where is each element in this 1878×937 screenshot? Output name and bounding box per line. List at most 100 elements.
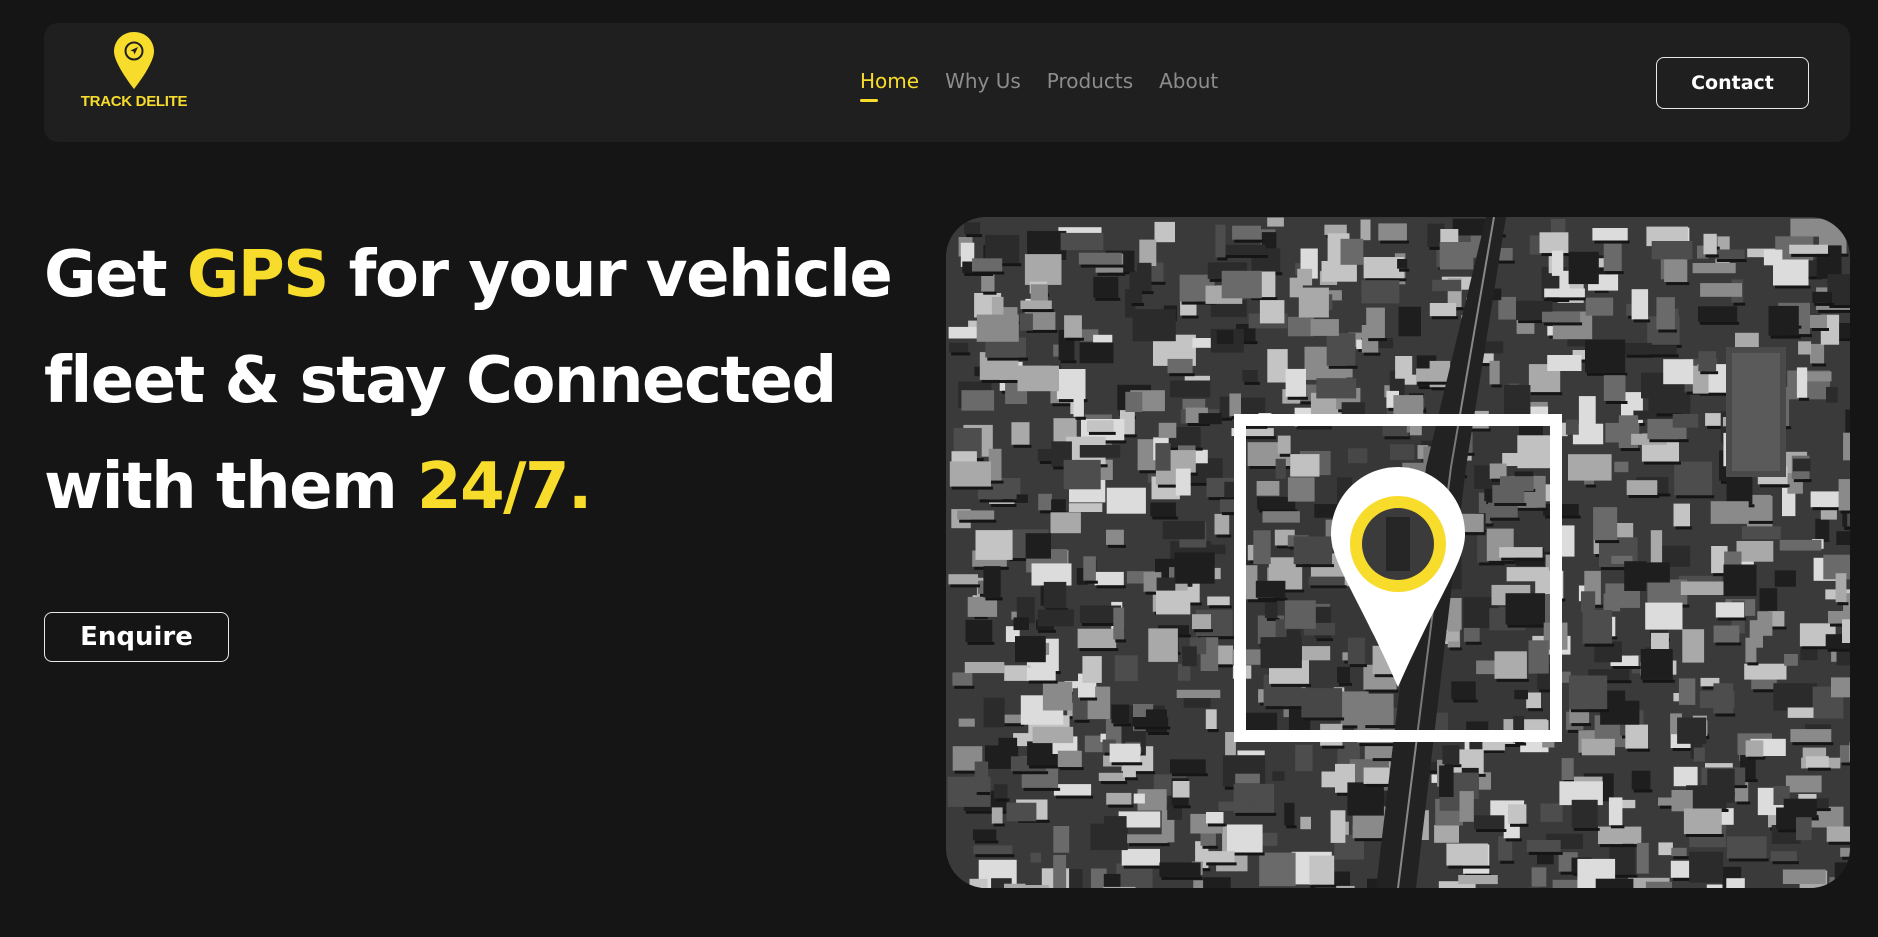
city-building xyxy=(1009,885,1049,888)
city-building xyxy=(1784,654,1798,666)
city-building xyxy=(1540,803,1563,822)
city-building xyxy=(1663,359,1694,385)
city-building xyxy=(1489,360,1500,385)
building-shadow xyxy=(1622,843,1635,847)
nav-item-home[interactable]: Home xyxy=(860,69,919,102)
brand-name: TRACK DELITE xyxy=(80,93,188,110)
building-shadow xyxy=(1234,239,1263,243)
city-building xyxy=(1063,459,1101,490)
nav-item-products[interactable]: Products xyxy=(1047,69,1133,93)
building-shadow xyxy=(1605,271,1624,275)
city-building xyxy=(1539,232,1569,254)
building-shadow xyxy=(951,352,971,356)
building-shadow xyxy=(1115,639,1127,643)
city-building xyxy=(1723,564,1757,596)
nav-item-why-us[interactable]: Why Us xyxy=(945,69,1021,93)
building-shadow xyxy=(1080,697,1098,701)
city-building xyxy=(1068,503,1103,512)
city-building xyxy=(1620,828,1633,844)
city-building xyxy=(1057,750,1082,768)
building-shadow xyxy=(1074,719,1090,723)
city-building xyxy=(1650,530,1663,563)
city-building xyxy=(1736,541,1774,562)
city-building xyxy=(1053,826,1070,853)
city-building xyxy=(964,662,1005,674)
contact-button[interactable]: Contact xyxy=(1656,57,1809,109)
building-shadow xyxy=(1113,723,1132,727)
building-shadow xyxy=(1675,526,1692,530)
city-building xyxy=(1139,239,1157,266)
city-building xyxy=(1177,663,1191,681)
city-building xyxy=(972,258,1003,272)
city-building xyxy=(1125,391,1143,412)
building-shadow xyxy=(1570,709,1610,713)
building-shadow xyxy=(1717,617,1747,621)
hero-title-highlight-gps: GPS xyxy=(186,238,330,312)
city-building xyxy=(1672,413,1699,428)
building-shadow xyxy=(1287,396,1308,400)
city-building xyxy=(1664,259,1688,282)
city-building xyxy=(1397,259,1408,269)
city-building xyxy=(1123,765,1136,778)
city-building xyxy=(1651,241,1693,260)
city-building xyxy=(1148,628,1178,662)
city-building xyxy=(1631,289,1649,320)
city-building xyxy=(949,461,991,487)
building-shadow xyxy=(1013,444,1032,448)
building-shadow xyxy=(1812,363,1827,367)
city-building xyxy=(975,530,1013,560)
location-pin-icon xyxy=(1234,414,1562,742)
building-shadow xyxy=(1097,272,1126,276)
city-building xyxy=(1658,842,1673,856)
building-shadow xyxy=(1322,745,1345,749)
city-building xyxy=(1434,825,1459,843)
city-building xyxy=(974,761,989,792)
city-building xyxy=(1568,251,1599,285)
landing-page: TRACK DELITE Home Why Us Products About … xyxy=(0,0,1878,937)
enquire-button[interactable]: Enquire xyxy=(44,612,229,662)
building-shadow xyxy=(1448,865,1490,869)
city-building xyxy=(1162,521,1205,540)
city-building xyxy=(1106,487,1146,514)
city-building xyxy=(1182,646,1197,667)
city-building xyxy=(1267,349,1288,383)
city-building xyxy=(1474,815,1505,829)
city-building xyxy=(1614,461,1629,473)
city-building xyxy=(1064,315,1082,338)
city-building xyxy=(1544,288,1585,298)
city-building xyxy=(1700,283,1742,297)
city-building xyxy=(1378,223,1407,241)
city-building xyxy=(1826,826,1850,842)
city-building xyxy=(1129,271,1143,304)
city-building xyxy=(1710,501,1749,524)
city-building xyxy=(1133,793,1145,804)
building-shadow xyxy=(1793,479,1812,483)
building-shadow xyxy=(1431,316,1459,320)
city-building xyxy=(948,574,978,585)
building-shadow xyxy=(979,499,1023,503)
city-building xyxy=(1360,219,1371,241)
building-shadow xyxy=(1770,626,1787,630)
building-shadow xyxy=(1085,580,1098,584)
city-building xyxy=(1051,499,1066,512)
city-building xyxy=(1352,825,1386,839)
city-building xyxy=(964,222,981,235)
building-shadow xyxy=(1666,282,1690,286)
building-shadow xyxy=(1836,879,1850,883)
city-building xyxy=(1508,804,1527,824)
city-building xyxy=(1796,367,1808,398)
building-shadow xyxy=(1699,321,1740,325)
brand-logo[interactable]: TRACK DELITE xyxy=(80,31,188,121)
building-shadow xyxy=(1096,585,1126,589)
city-building xyxy=(1093,334,1113,343)
hero-title-highlight-247: 24/7. xyxy=(417,450,592,524)
city-building xyxy=(1439,765,1454,797)
building-shadow xyxy=(1633,789,1653,793)
city-building xyxy=(1603,243,1622,272)
city-building xyxy=(1631,770,1651,790)
nav-item-about[interactable]: About xyxy=(1159,69,1218,93)
city-building xyxy=(1843,432,1850,461)
building-shadow xyxy=(1380,240,1409,244)
building-shadow xyxy=(1125,777,1138,781)
city-building xyxy=(1176,689,1221,698)
